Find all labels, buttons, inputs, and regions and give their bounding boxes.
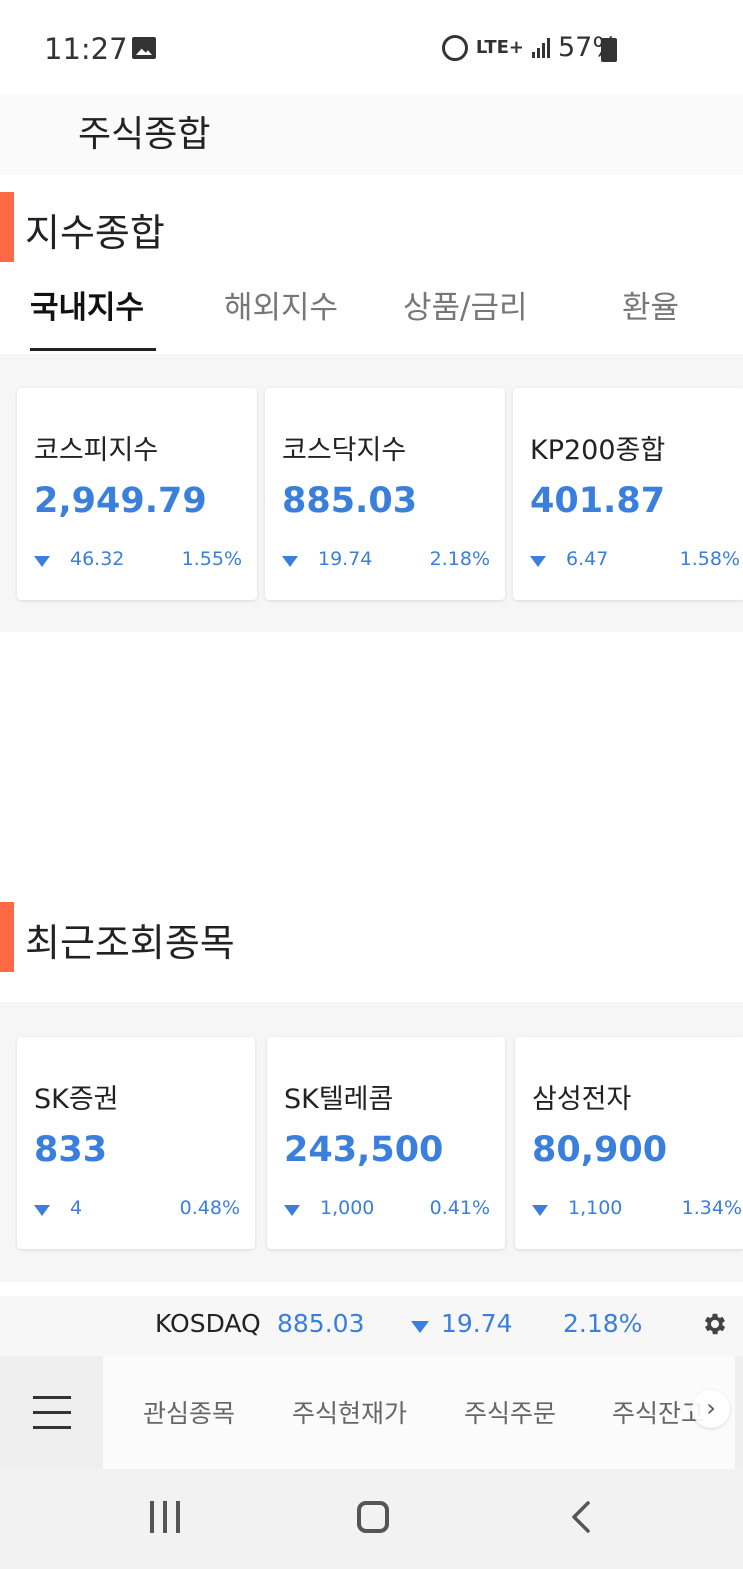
card-change: 4 xyxy=(70,1197,83,1219)
card-name: 코스닥지수 xyxy=(282,435,407,466)
index-cards-band: 코스피지수 2,949.79 46.32 1.55% 코스닥지수 885.03 … xyxy=(0,354,743,632)
nav-order[interactable]: 주식주문 xyxy=(464,1394,556,1430)
back-icon[interactable] xyxy=(566,1499,596,1535)
recent-cards-band: SK증권 833 4 0.48% SK텔레콤 243,500 1,000 0.4… xyxy=(0,1002,743,1282)
card-value: 80,900 xyxy=(532,1130,668,1170)
signal-icon xyxy=(531,37,550,58)
alarm-icon xyxy=(441,34,468,61)
recent-card-sk-securities[interactable]: SK증권 833 4 0.48% xyxy=(17,1037,255,1249)
down-triangle-icon xyxy=(284,1205,300,1216)
tab-commodity-rate[interactable]: 상품/금리 xyxy=(403,282,528,327)
system-nav-bar xyxy=(0,1469,743,1569)
nav-balance[interactable]: 주식잔고 xyxy=(612,1394,704,1430)
tab-exchange-rate[interactable]: 환율 xyxy=(622,282,679,327)
ticker-change: 19.74 xyxy=(441,1309,513,1338)
down-triangle-icon xyxy=(411,1321,429,1333)
status-bar: 11:27 LTE+ 57% xyxy=(0,0,743,95)
index-card-kosdaq[interactable]: 코스닥지수 885.03 19.74 2.18% xyxy=(265,388,505,600)
card-percent: 0.48% xyxy=(179,1197,240,1219)
market-ticker[interactable]: KOSDAQ 885.03 19.74 2.18% xyxy=(0,1296,743,1356)
network-type: LTE+ xyxy=(475,37,524,58)
card-percent: 0.41% xyxy=(429,1197,490,1219)
card-value: 401.87 xyxy=(530,481,666,521)
index-section-header: 지수종합 xyxy=(0,192,743,262)
recent-section-title: 최근조회종목 xyxy=(25,921,235,965)
nav-current-price[interactable]: 주식현재가 xyxy=(292,1394,407,1430)
recent-apps-icon[interactable] xyxy=(150,1501,182,1533)
card-change: 46.32 xyxy=(70,548,125,570)
card-name: 삼성전자 xyxy=(532,1084,632,1115)
tab-domestic[interactable]: 국내지수 xyxy=(30,282,144,327)
card-value: 243,500 xyxy=(284,1130,444,1170)
down-triangle-icon xyxy=(282,556,298,567)
index-card-kospi[interactable]: 코스피지수 2,949.79 46.32 1.55% xyxy=(17,388,257,600)
index-section-title: 지수종합 xyxy=(25,211,165,255)
recent-section-header: 최근조회종목 xyxy=(0,902,743,972)
card-percent: 1.34% xyxy=(681,1197,742,1219)
card-percent: 2.18% xyxy=(429,548,490,570)
bottom-nav: 관심종목 주식현재가 주식주문 주식잔고 xyxy=(0,1356,743,1469)
nav-watchlist[interactable]: 관심종목 xyxy=(143,1394,235,1430)
page-title: 주식종합 xyxy=(78,114,211,155)
section-accent-bar xyxy=(0,902,14,972)
card-name: KP200종합 xyxy=(530,435,666,466)
section-accent-bar xyxy=(0,192,14,262)
index-card-kp200[interactable]: KP200종합 401.87 6.47 1.58% xyxy=(513,388,743,600)
down-triangle-icon xyxy=(532,1205,548,1216)
card-percent: 1.55% xyxy=(181,548,242,570)
card-value: 2,949.79 xyxy=(34,481,207,521)
card-value: 885.03 xyxy=(282,481,418,521)
card-percent: 1.58% xyxy=(679,548,740,570)
down-triangle-icon xyxy=(530,556,546,567)
status-indicators: LTE+ 57% xyxy=(441,32,618,63)
scroll-right-icon[interactable]: › xyxy=(692,1390,730,1428)
card-value: 833 xyxy=(34,1130,108,1170)
image-icon xyxy=(132,37,156,59)
status-time: 11:27 xyxy=(44,32,128,66)
menu-icon[interactable] xyxy=(0,1356,103,1469)
down-triangle-icon xyxy=(34,1205,50,1216)
active-tab-indicator xyxy=(30,348,156,351)
recent-card-samsung[interactable]: 삼성전자 80,900 1,100 1.34% xyxy=(515,1037,743,1249)
battery-icon xyxy=(601,38,617,62)
card-name: SK텔레콤 xyxy=(284,1084,394,1115)
index-tabs: 국내지수 해외지수 상품/금리 환율 xyxy=(0,270,743,354)
gear-icon[interactable] xyxy=(701,1310,729,1338)
card-name: SK증권 xyxy=(34,1084,119,1115)
card-name: 코스피지수 xyxy=(34,435,159,466)
home-icon[interactable] xyxy=(357,1501,389,1533)
down-triangle-icon xyxy=(34,556,50,567)
card-change: 19.74 xyxy=(318,548,373,570)
ticker-percent: 2.18% xyxy=(563,1309,643,1338)
quick-menu-strip: 관심종목 주식현재가 주식주문 주식잔고 xyxy=(103,1356,735,1469)
card-change: 1,000 xyxy=(320,1197,375,1219)
tab-overseas[interactable]: 해외지수 xyxy=(224,282,338,327)
ticker-name: KOSDAQ xyxy=(155,1309,261,1338)
card-change: 6.47 xyxy=(566,548,609,570)
recent-card-sk-telecom[interactable]: SK텔레콤 243,500 1,000 0.41% xyxy=(267,1037,505,1249)
card-change: 1,100 xyxy=(568,1197,623,1219)
ticker-value: 885.03 xyxy=(277,1309,365,1338)
